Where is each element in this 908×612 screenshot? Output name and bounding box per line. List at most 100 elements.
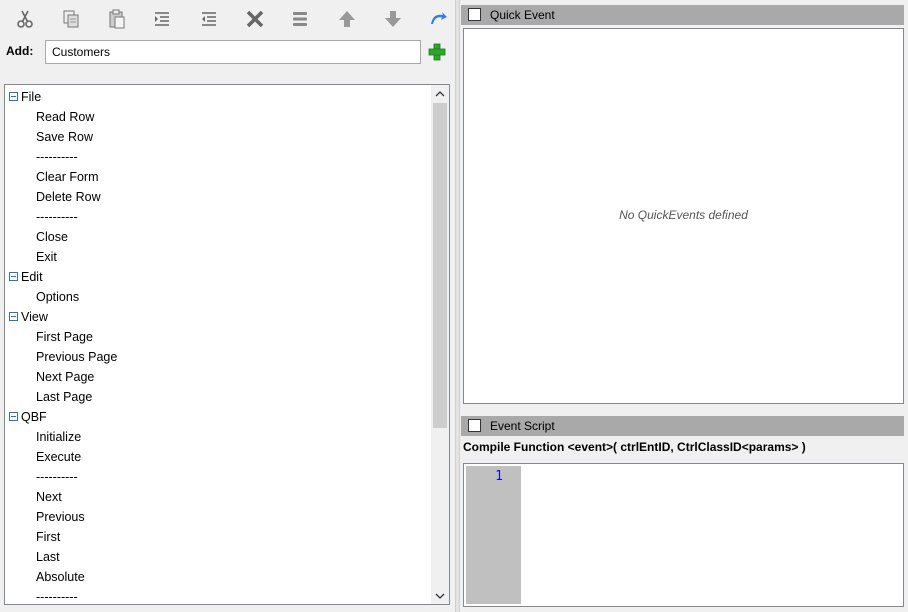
tree-item-node[interactable]: Initialize bbox=[36, 427, 81, 447]
tree-group-node[interactable]: QBF bbox=[9, 407, 47, 427]
plus-icon bbox=[428, 43, 446, 61]
tree-separator-node[interactable]: ---------- bbox=[36, 147, 78, 167]
tree-item-node[interactable]: Previous bbox=[36, 507, 85, 527]
add-button[interactable] bbox=[428, 43, 446, 61]
tree-item-node[interactable]: Next bbox=[36, 487, 62, 507]
collapse-icon[interactable] bbox=[9, 92, 18, 102]
outdent-icon bbox=[202, 12, 216, 26]
tree-node-label: Next bbox=[36, 490, 62, 504]
compile-function-signature: Compile Function <event>( ctrlEntID, Ctr… bbox=[463, 440, 806, 454]
undo-button[interactable] bbox=[424, 6, 452, 32]
tree-node-label: ---------- bbox=[36, 210, 78, 224]
vertical-scrollbar[interactable] bbox=[431, 85, 449, 604]
tree-item-node[interactable]: Absolute bbox=[36, 567, 85, 587]
copy-icon bbox=[63, 10, 79, 28]
tree-item-node[interactable]: Last bbox=[36, 547, 60, 567]
menu-tree: File Read Row Save Row ---------- Clear Form… bbox=[5, 85, 431, 604]
tree-group-node[interactable]: Edit bbox=[9, 267, 43, 287]
event-script-title: Event Script bbox=[490, 419, 555, 433]
tree-node-label: Previous Page bbox=[36, 350, 118, 364]
panel-splitter[interactable] bbox=[455, 0, 460, 612]
cut-button[interactable] bbox=[11, 6, 39, 32]
tree-separator-node[interactable]: ---------- bbox=[36, 207, 78, 227]
tree-node-label: Absolute bbox=[36, 570, 85, 584]
tree-node-label: Clear Form bbox=[36, 170, 99, 184]
quick-event-title: Quick Event bbox=[490, 8, 555, 22]
delete-icon bbox=[246, 10, 264, 28]
tree-separator-node[interactable]: ---------- bbox=[36, 587, 78, 604]
move-up-icon bbox=[339, 11, 355, 27]
line-number-gutter: 1 bbox=[466, 466, 521, 604]
quick-event-panel: No QuickEvents defined bbox=[463, 28, 904, 404]
tree-node-label: ---------- bbox=[36, 590, 78, 604]
add-label: Add: bbox=[6, 44, 34, 58]
outdent-button[interactable] bbox=[195, 6, 223, 32]
quick-event-empty-message: No QuickEvents defined bbox=[619, 208, 748, 222]
separator-button[interactable] bbox=[286, 6, 314, 32]
indent-button[interactable] bbox=[148, 6, 176, 32]
cut-icon bbox=[17, 10, 33, 28]
tree-node-label: Last bbox=[36, 550, 60, 564]
chevron-up-icon bbox=[435, 90, 445, 96]
collapse-icon[interactable] bbox=[9, 412, 18, 422]
tree-item-node[interactable]: Exit bbox=[36, 247, 57, 267]
tree-node-label: ---------- bbox=[36, 150, 78, 164]
tree-item-node[interactable]: Next Page bbox=[36, 367, 94, 387]
move-down-icon bbox=[385, 11, 401, 27]
add-input[interactable] bbox=[45, 40, 421, 64]
tree-item-node[interactable]: Save Row bbox=[36, 127, 93, 147]
event-script-header: Event Script bbox=[461, 416, 904, 436]
tree-item-node[interactable]: First Page bbox=[36, 327, 93, 347]
tree-node-label: Next Page bbox=[36, 370, 95, 384]
tree-node-label: First bbox=[36, 530, 61, 544]
toolbar bbox=[0, 0, 455, 38]
tree-group-node[interactable]: View bbox=[9, 307, 48, 327]
tree-node-label: ---------- bbox=[36, 470, 78, 484]
tree-node-label: Initialize bbox=[36, 430, 82, 444]
tree-item-node[interactable]: Delete Row bbox=[36, 187, 101, 207]
collapse-icon[interactable] bbox=[9, 312, 18, 322]
tree-item-node[interactable]: Last Page bbox=[36, 387, 92, 407]
tree-node-label: Save Row bbox=[36, 130, 93, 144]
tree-node-label: Edit bbox=[21, 270, 43, 284]
move-up-button[interactable] bbox=[333, 6, 361, 32]
tree-item-node[interactable]: Execute bbox=[36, 447, 81, 467]
paste-button[interactable] bbox=[103, 6, 131, 32]
tree-node-label: Close bbox=[36, 230, 68, 244]
tree-group-node[interactable]: File bbox=[9, 87, 41, 107]
scroll-up-button[interactable] bbox=[431, 85, 449, 102]
tree-separator-node[interactable]: ---------- bbox=[36, 467, 78, 487]
tree-node-label: File bbox=[21, 90, 42, 104]
indent-icon bbox=[155, 12, 169, 26]
script-editor[interactable]: 1 bbox=[463, 463, 904, 607]
tree-node-label: Previous bbox=[36, 510, 85, 524]
undo-icon bbox=[431, 12, 447, 24]
tree-item-node[interactable]: First bbox=[36, 527, 60, 547]
copy-button[interactable] bbox=[57, 6, 85, 32]
event-script-checkbox[interactable] bbox=[468, 419, 481, 432]
tree-node-label: Read Row bbox=[36, 110, 95, 124]
tree-node-label: QBF bbox=[21, 410, 47, 424]
chevron-down-icon bbox=[435, 593, 445, 599]
tree-node-label: Delete Row bbox=[36, 190, 101, 204]
paste-icon bbox=[109, 9, 125, 29]
tree-item-node[interactable]: Previous Page bbox=[36, 347, 117, 367]
code-area[interactable] bbox=[537, 466, 901, 604]
scroll-down-button[interactable] bbox=[431, 587, 449, 604]
quick-event-checkbox[interactable] bbox=[468, 8, 481, 21]
quick-event-header: Quick Event bbox=[461, 5, 904, 25]
tree-node-label: First Page bbox=[36, 330, 93, 344]
tree-item-node[interactable]: Close bbox=[36, 227, 68, 247]
separator-icon bbox=[293, 12, 307, 26]
scroll-thumb[interactable] bbox=[433, 103, 447, 428]
tree-node-label: Last Page bbox=[36, 390, 93, 404]
line-number: 1 bbox=[495, 469, 503, 484]
tree-item-node[interactable]: Options bbox=[36, 287, 79, 307]
tree-node-label: Execute bbox=[36, 450, 82, 464]
tree-item-node[interactable]: Read Row bbox=[36, 107, 94, 127]
move-down-button[interactable] bbox=[379, 6, 407, 32]
tree-item-node[interactable]: Clear Form bbox=[36, 167, 99, 187]
collapse-icon[interactable] bbox=[9, 272, 18, 282]
delete-button[interactable] bbox=[241, 6, 269, 32]
tree-node-label: Exit bbox=[36, 250, 57, 264]
